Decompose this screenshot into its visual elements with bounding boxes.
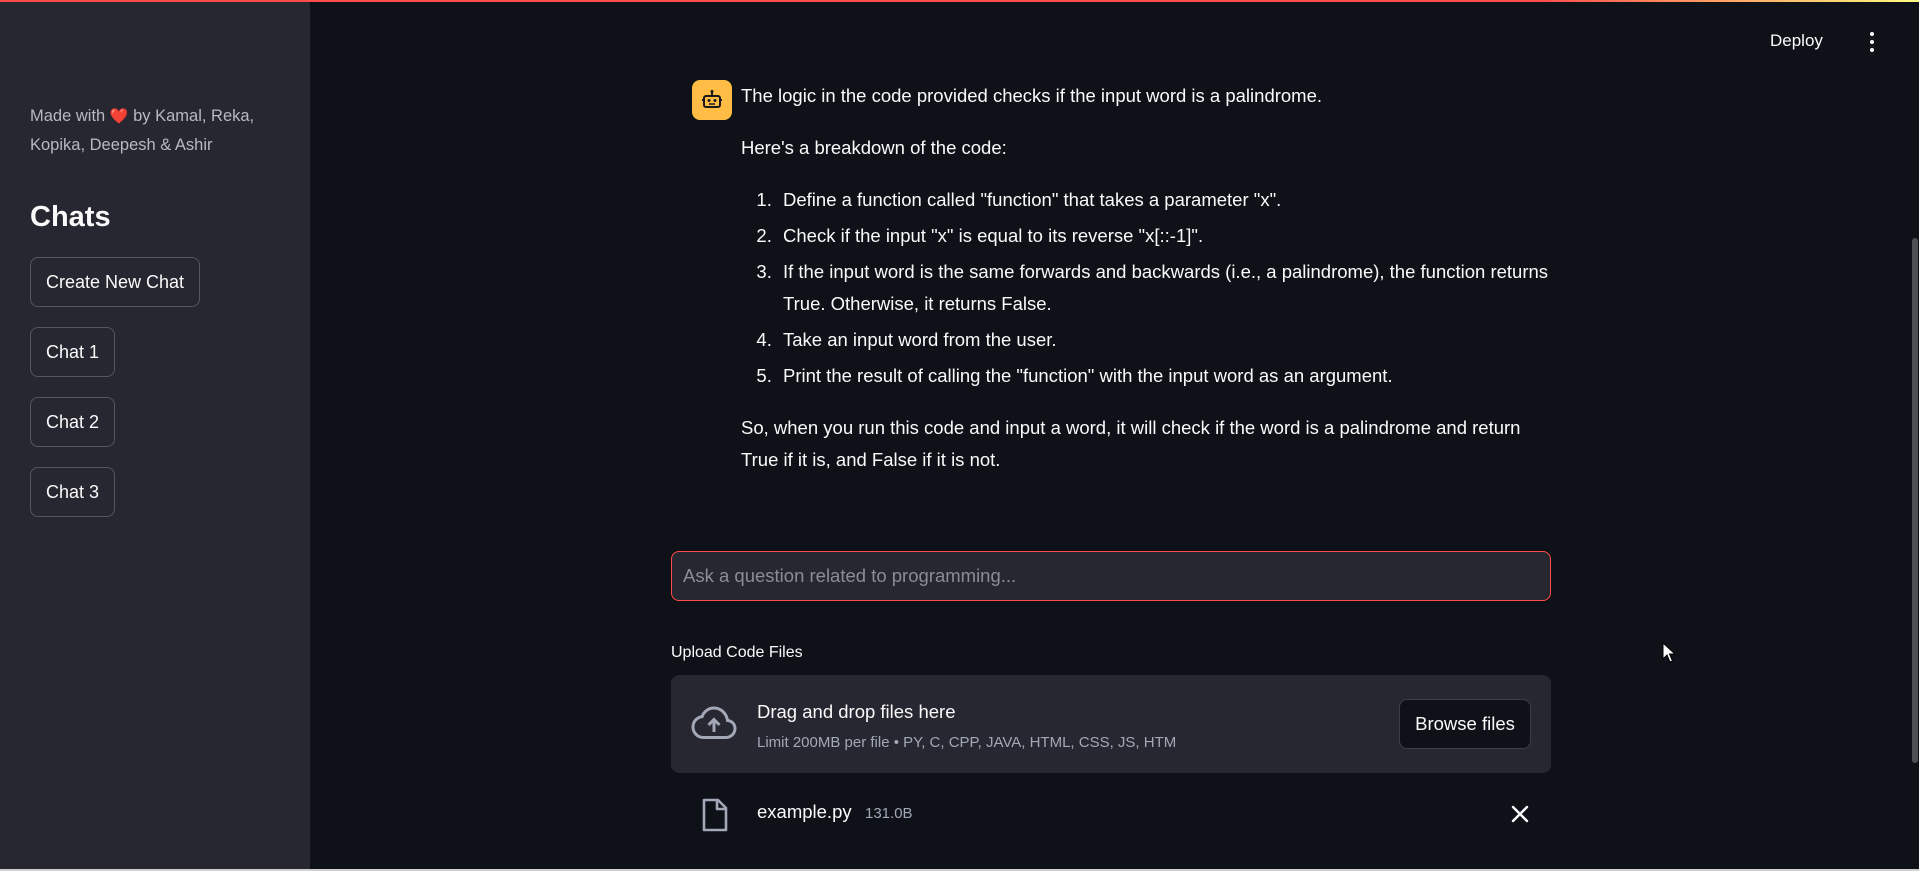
list-item: Take an input word from the user.	[777, 324, 1556, 356]
heart-icon: ❤️	[109, 108, 129, 125]
create-new-chat-button[interactable]: Create New Chat	[30, 257, 201, 307]
upload-label: Upload Code Files	[671, 644, 803, 661]
cloud-upload-icon	[691, 706, 737, 739]
chat-3-button[interactable]: Chat 3	[30, 467, 116, 517]
uploaded-file-name: example.py	[757, 801, 852, 822]
list-item: If the input word is the same forwards a…	[777, 256, 1556, 320]
close-icon[interactable]	[1511, 805, 1529, 823]
scrollbar[interactable]	[1912, 238, 1918, 763]
vertical-ellipsis-icon[interactable]	[1866, 30, 1878, 54]
dropzone-title: Drag and drop files here	[757, 701, 956, 722]
chat-1-button[interactable]: Chat 1	[30, 327, 116, 377]
dropzone-limit: Limit 200MB per file • PY, C, CPP, JAVA,…	[757, 734, 1177, 751]
mouse-cursor-icon	[1662, 642, 1676, 663]
browse-files-button[interactable]: Browse files	[1399, 699, 1531, 749]
assistant-message: The logic in the code provided checks if…	[741, 80, 1556, 496]
made-with-prefix: Made with	[30, 107, 106, 125]
message-intro: The logic in the code provided checks if…	[741, 85, 1323, 106]
made-with-credits: Made with ❤️ by Kamal, Reka, Kopika, Dee…	[30, 102, 270, 159]
list-item: Check if the input "x" is equal to its r…	[777, 220, 1556, 252]
chats-title: Chats	[30, 201, 111, 233]
deploy-button[interactable]: Deploy	[1770, 31, 1823, 51]
list-item: Define a function called "function" that…	[777, 184, 1556, 216]
file-icon	[702, 798, 728, 832]
message-steps-list: Define a function called "function" that…	[777, 184, 1556, 392]
list-item: Print the result of calling the "functio…	[777, 360, 1556, 392]
file-dropzone[interactable]: Drag and drop files here Limit 200MB per…	[671, 675, 1551, 773]
robot-icon	[692, 80, 732, 120]
chat-2-button[interactable]: Chat 2	[30, 397, 116, 447]
sidebar: Made with ❤️ by Kamal, Reka, Kopika, Dee…	[0, 2, 310, 869]
message-conclusion: So, when you run this code and input a w…	[741, 417, 1521, 470]
message-breakdown-intro: Here's a breakdown of the code:	[741, 137, 1007, 158]
uploaded-file-size: 131.0B	[865, 805, 913, 822]
chat-input[interactable]	[671, 551, 1551, 601]
